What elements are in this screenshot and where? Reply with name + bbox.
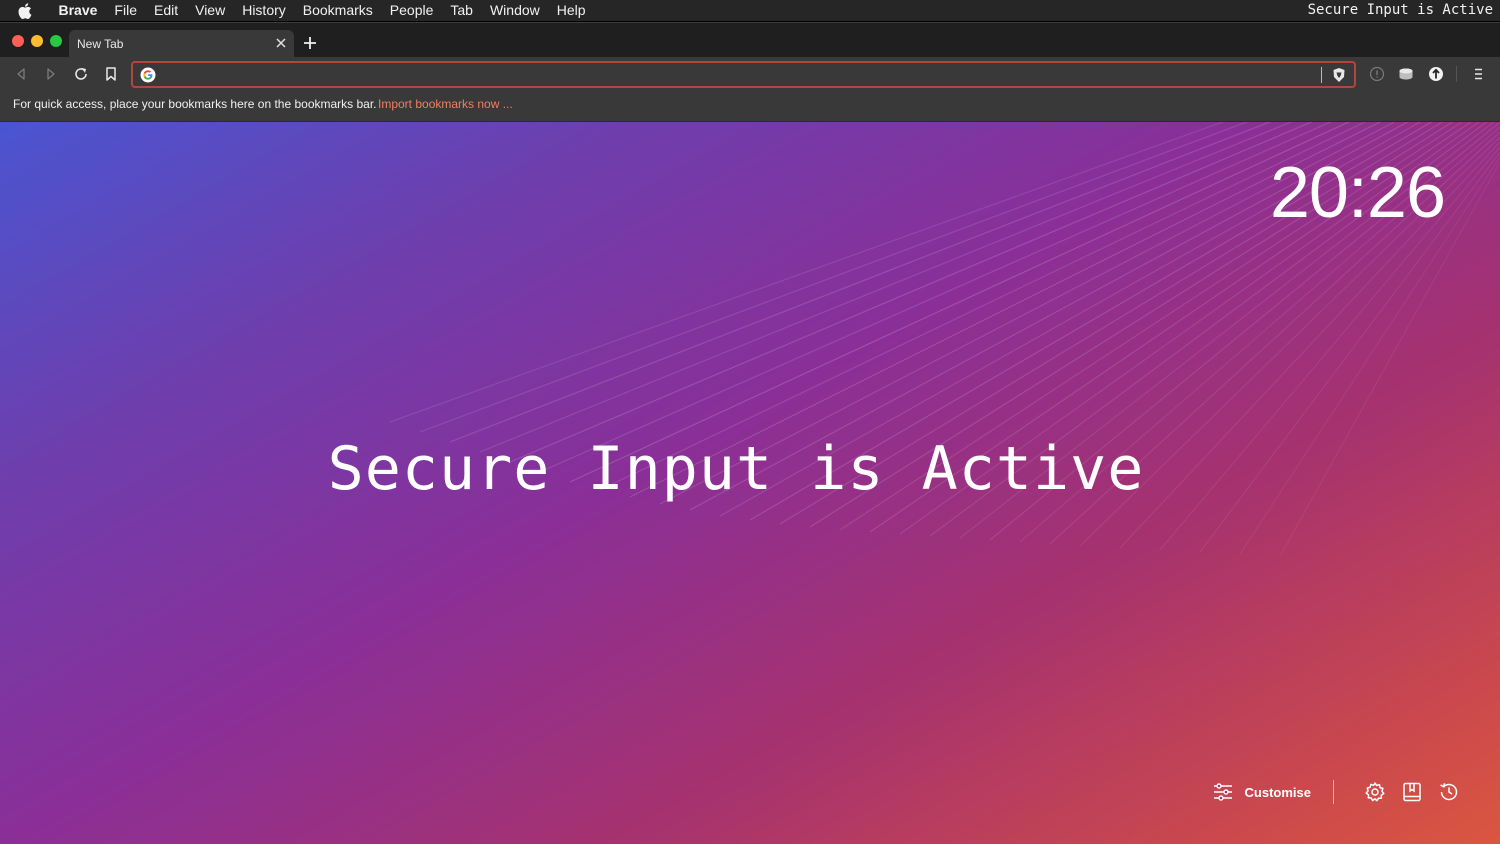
back-icon[interactable] [13,66,29,82]
menu-view[interactable]: View [187,0,234,21]
omnibox-input[interactable] [163,66,1313,83]
menu-file[interactable]: File [106,0,146,21]
window-controls [12,35,62,47]
import-bookmarks-link[interactable]: Import bookmarks now ... [378,97,513,111]
history-icon[interactable] [1438,781,1460,803]
menu-history[interactable]: History [234,0,295,21]
menubar-status-text: Secure Input is Active [1307,2,1493,18]
menu-hamburger-icon[interactable] [1470,66,1486,82]
menu-tab[interactable]: Tab [442,0,482,21]
wallet-extension-icon[interactable] [1398,66,1414,82]
secure-input-overlay-text: Secure Input is Active [327,434,1145,504]
google-search-engine-icon [140,67,156,83]
clock: 20:26 [1269,153,1446,233]
customise-label: Customise [1244,784,1311,800]
menu-window[interactable]: Window [481,0,548,21]
omnibox-divider [1321,67,1322,83]
extension-info-icon[interactable] [1428,66,1444,82]
footer-divider [1333,780,1334,804]
window-close-button[interactable] [12,35,24,47]
new-tab-page: 20:26 Secure Input is Active Customise [0,122,1500,844]
new-tab-button[interactable] [302,35,318,51]
menu-brave[interactable]: Brave [50,0,106,21]
toolbar-divider [1456,66,1457,82]
tab-title: New Tab [77,37,124,51]
menu-edit[interactable]: Edit [145,0,186,21]
brave-shields-icon[interactable] [1332,67,1346,83]
browser-toolbar [0,57,1500,91]
bookmarks-bar-hint: For quick access, place your bookmarks h… [13,97,377,111]
tab-strip: New Tab [0,22,1500,58]
tab-new-tab[interactable]: New Tab [69,30,294,58]
macos-menu-bar: Brave File Edit View History Bookmarks P… [0,0,1500,21]
reload-icon[interactable] [73,66,89,82]
customise-button[interactable]: Customise [1213,783,1311,801]
sliders-icon [1213,783,1233,801]
rewards-icon[interactable] [1369,66,1385,82]
ntp-footer-controls: Customise [1213,780,1460,804]
menu-bookmarks[interactable]: Bookmarks [294,0,381,21]
bookmarks-bar: For quick access, place your bookmarks h… [0,91,1500,122]
settings-icon[interactable] [1364,781,1386,803]
window-minimize-button[interactable] [31,35,43,47]
close-icon[interactable] [274,36,288,50]
apple-menu-icon[interactable] [0,2,50,19]
bookmark-icon[interactable] [103,66,119,82]
menu-people[interactable]: People [381,0,442,21]
bookmarks-icon[interactable] [1401,781,1423,803]
address-bar[interactable] [131,61,1356,88]
window-zoom-button[interactable] [50,35,62,47]
forward-icon[interactable] [43,66,59,82]
menu-help[interactable]: Help [548,0,594,21]
